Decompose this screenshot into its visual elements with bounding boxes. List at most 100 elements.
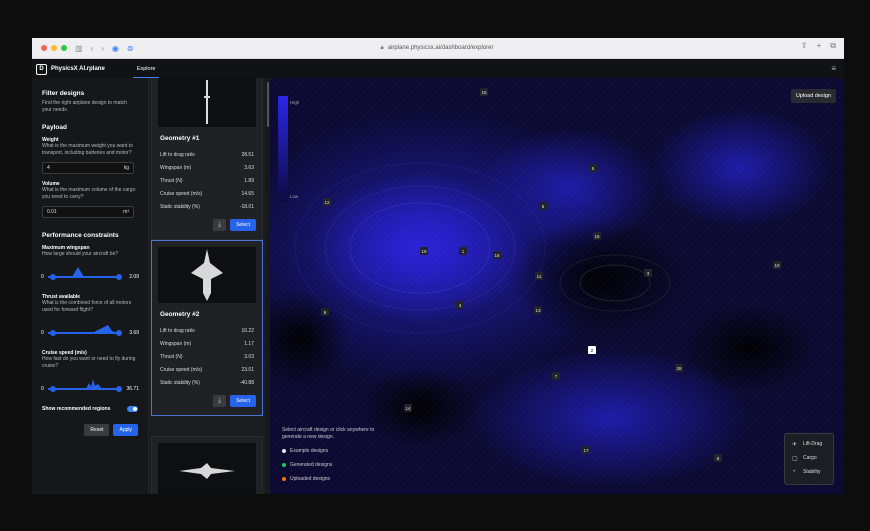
thrust-help: What is the combined force of all motors… — [42, 300, 132, 313]
tabs-overview-icon[interactable]: ⧉ — [830, 41, 836, 51]
brand-name: PhysicsX AI.rplane — [51, 66, 105, 72]
spec-row: Lift to drag ratio 28.51 — [160, 148, 254, 161]
metric-lift-drag[interactable]: ✈︎ Lift-Drag — [792, 440, 833, 448]
metric-cargo[interactable]: ▢ Cargo — [792, 454, 833, 462]
wingspan-slider[interactable]: 0 2.09 — [41, 260, 139, 286]
metric-stability[interactable]: ◔ Stability — [792, 468, 833, 476]
map-hint: Select aircraft design or click anywhere… — [282, 427, 375, 440]
menu-icon[interactable]: ≡ — [831, 64, 836, 73]
design-marker[interactable]: 10 — [773, 261, 781, 269]
design-marker[interactable]: 7 — [552, 372, 560, 380]
design-marker[interactable]: 19 — [420, 247, 428, 255]
design-marker[interactable]: 17 — [582, 446, 590, 454]
legend-label: Example designs — [290, 448, 329, 454]
design-marker[interactable]: 16 — [593, 232, 601, 240]
thrust-track — [48, 332, 120, 334]
filter-title: Filter designs — [42, 90, 85, 97]
spec-row: Static stability (%) -40.88 — [160, 376, 254, 389]
metric-label: Lift-Drag — [803, 441, 823, 447]
spec-value: 23.01 — [241, 366, 254, 373]
spec-label: Lift to drag ratio — [160, 151, 195, 158]
back-icon[interactable]: ‹ — [91, 44, 94, 53]
geometry-2-title: Geometry #2 — [160, 311, 200, 318]
design-space-map[interactable]: High Low Upload design 15 5 12 6 16 19 1… — [270, 78, 844, 494]
browser-window: ▥ ‹ › ◉ ⊚ 🔒︎ airplane.physicsx.ai/dashbo… — [32, 38, 844, 494]
recommended-regions-toggle[interactable] — [127, 406, 138, 412]
minimize-window-button[interactable] — [51, 45, 57, 51]
geometry-1-preview — [158, 78, 256, 127]
uploaded-dot-icon — [282, 477, 286, 481]
share-icon[interactable]: ⇪ — [801, 41, 808, 51]
design-card-3[interactable] — [151, 436, 263, 494]
sidebar-toggle-icon[interactable]: ▥ — [75, 44, 83, 53]
select-geometry-2-button[interactable]: Select — [230, 395, 256, 407]
spec-value: -40.88 — [239, 379, 254, 386]
design-marker[interactable]: 28 — [675, 364, 683, 372]
design-marker[interactable]: 9 — [321, 308, 329, 316]
design-marker[interactable]: 13 — [534, 306, 542, 314]
design-card-1[interactable]: Geometry #1 Lift to drag ratio 28.51 Wing… — [151, 78, 263, 240]
close-window-button[interactable] — [41, 45, 47, 51]
design-marker[interactable]: 14 — [404, 404, 412, 412]
extension-icon[interactable]: ⊚ — [127, 44, 134, 53]
reset-button[interactable]: Reset — [84, 424, 110, 436]
metric-label: Cargo — [803, 455, 817, 461]
legend-label: Generated designs — [290, 462, 333, 468]
download-icon[interactable]: ⤓ — [213, 219, 227, 231]
spec-value: 14.65 — [241, 190, 254, 197]
tab-explore[interactable]: Explore — [132, 60, 160, 78]
geometry-2-preview — [158, 247, 256, 303]
design-marker[interactable]: 8 — [714, 454, 722, 462]
design-marker[interactable]: 6 — [539, 202, 547, 210]
selected-design-marker[interactable]: 2 — [588, 346, 596, 354]
cruise-max-handle[interactable] — [116, 386, 122, 392]
weight-value: 4 — [47, 165, 50, 171]
forward-icon[interactable]: › — [101, 44, 104, 53]
spec-row: Cruise speed (m/s) 23.01 — [160, 363, 254, 376]
spec-label: Wingspan (m) — [160, 340, 192, 347]
spec-label: Cruise speed (m/s) — [160, 366, 203, 373]
scrollbar-thumb[interactable] — [267, 82, 269, 127]
design-marker[interactable]: 5 — [589, 164, 597, 172]
generated-dot-icon — [282, 463, 286, 467]
spec-row: Wingspan (m) 1.17 — [160, 337, 254, 350]
maximize-window-button[interactable] — [61, 45, 67, 51]
design-marker[interactable]: 12 — [323, 198, 331, 206]
cruise-min-handle[interactable] — [50, 386, 56, 392]
wingspan-min-value: 0 — [41, 274, 44, 280]
address-bar[interactable]: 🔒︎ airplane.physicsx.ai/dashboard/explor… — [272, 42, 602, 54]
wingspan-min-handle[interactable] — [50, 274, 56, 280]
volume-field[interactable]: 0.01 m³ — [42, 206, 134, 218]
design-marker[interactable]: 3 — [644, 269, 652, 277]
design-marker[interactable]: 1 — [459, 247, 467, 255]
spec-label: Cruise speed (m/s) — [160, 190, 203, 197]
apply-button[interactable]: Apply — [113, 424, 138, 436]
design-marker[interactable]: 4 — [456, 301, 464, 309]
privacy-icon[interactable]: ◉ — [112, 44, 119, 53]
select-geometry-1-button[interactable]: Select — [230, 219, 256, 231]
thrust-min-handle[interactable] — [50, 330, 56, 336]
upload-design-button[interactable]: Upload design — [790, 89, 836, 103]
design-marker[interactable]: 11 — [535, 272, 543, 280]
spec-value: 3.63 — [244, 164, 254, 171]
cruise-max-value: 36.71 — [126, 386, 139, 392]
aircraft-3-icon — [179, 463, 235, 479]
new-tab-icon[interactable]: + — [817, 41, 822, 51]
weight-field[interactable]: 4 kg — [42, 162, 134, 174]
spec-value: 28.51 — [241, 151, 254, 158]
spec-value: 3.03 — [244, 353, 254, 360]
design-marker[interactable]: 15 — [480, 88, 488, 96]
download-icon[interactable]: ⤓ — [213, 395, 227, 407]
thrust-slider[interactable]: 0 3.69 — [41, 316, 139, 342]
wingspan-help: How large should your aircraft be? — [42, 251, 119, 257]
spec-row: Static stability (%) -18.01 — [160, 200, 254, 213]
volume-value: 0.01 — [47, 209, 57, 215]
spec-value: -18.01 — [239, 203, 254, 210]
thrust-max-handle[interactable] — [116, 330, 122, 336]
design-card-2[interactable]: Geometry #2 Lift to drag ratio 16.22 Wing… — [151, 240, 263, 416]
cruise-slider[interactable]: 0 36.71 — [41, 372, 139, 398]
spec-label: Lift to drag ratio — [160, 327, 195, 334]
wingspan-max-handle[interactable] — [116, 274, 122, 280]
metric-switcher: ✈︎ Lift-Drag ▢ Cargo ◔ Stability — [784, 433, 834, 485]
design-marker[interactable]: 18 — [493, 251, 501, 259]
